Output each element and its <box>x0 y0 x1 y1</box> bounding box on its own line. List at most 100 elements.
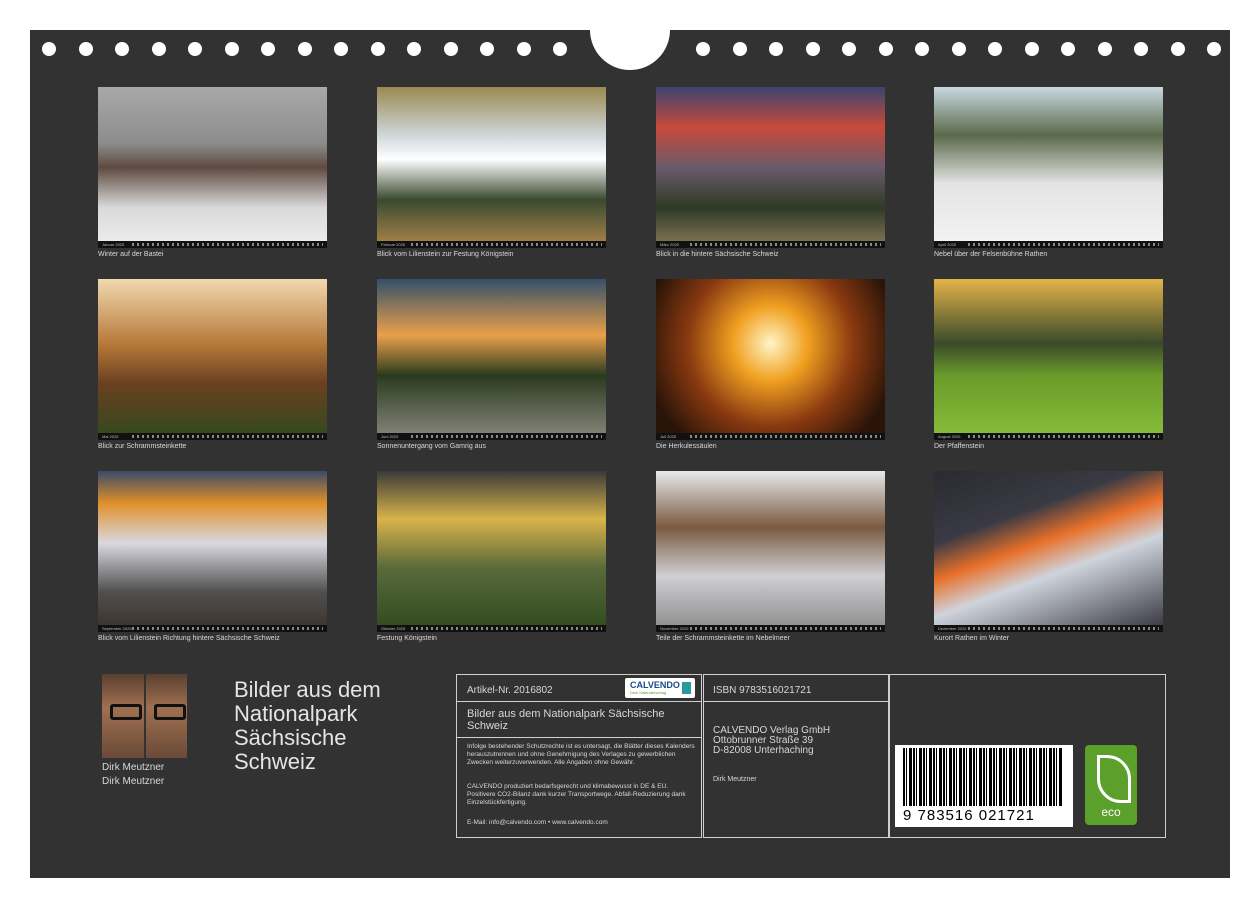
binding-hole <box>769 42 783 56</box>
publisher-city: D-82008 Unterhaching <box>713 745 814 756</box>
calendar-strip: August 2025 <box>934 433 1163 440</box>
binding-hole <box>1024 42 1039 56</box>
publisher-box: ISBN 9783516021721 CALVENDO Verlag GmbH … <box>703 674 889 838</box>
calendar-strip: Januar 2025 <box>98 241 327 248</box>
eco-note: CALVENDO produziert bedarfsgerecht und k… <box>467 783 686 806</box>
month-label: Juni 2025 <box>381 434 399 439</box>
calendar-strip: Mai 2025 <box>98 433 327 440</box>
photo-caption: Sonnenuntergang vom Gamrig aus <box>377 443 486 450</box>
binding-hole <box>951 42 966 56</box>
month-photo: August 2025 <box>934 279 1163 440</box>
month-label: Oktober 2025 <box>381 626 406 631</box>
binding-hole <box>988 42 1002 56</box>
month-tile: Januar 2025 Winter auf der Bastei <box>98 87 327 258</box>
photo-caption: Blick in die hintere Sächsische Schweiz <box>656 251 779 258</box>
month-label: September 2025 <box>102 626 132 631</box>
month-photo: März 2025 <box>656 87 885 248</box>
binding-hole <box>696 42 710 56</box>
binding-hole <box>1170 42 1185 56</box>
barcode-digits: 9 783516 021721 <box>903 807 1035 824</box>
month-photo: April 2025 <box>934 87 1163 248</box>
binding-hole <box>878 42 893 56</box>
photo-caption: Blick zur Schrammsteinkette <box>98 443 187 450</box>
product-title: Bilder aus dem Nationalpark Sächsische S… <box>467 708 665 732</box>
title-line-3: Sächsische <box>234 725 347 750</box>
calendar-strip: Oktober 2025 <box>377 625 606 632</box>
day-ticks <box>132 243 323 246</box>
month-tile: Februar 2025 Blick vom Lilienstein zur Fe… <box>377 87 606 258</box>
month-tile: September 2025 Blick vom Lilienstein Rich… <box>98 471 327 642</box>
binding-hole <box>370 42 385 56</box>
binding-hole <box>443 42 458 56</box>
day-ticks <box>690 243 881 246</box>
photo-caption: Blick vom Lilienstein zur Festung Königs… <box>377 251 514 258</box>
day-ticks <box>411 243 602 246</box>
hanger-notch <box>590 28 670 70</box>
photo-caption: Festung Königstein <box>377 635 437 642</box>
glasses-icon <box>110 704 142 720</box>
month-photo: Oktober 2025 <box>377 471 606 632</box>
leaf-icon <box>1097 755 1131 803</box>
month-tile: Juni 2025 Sonnenuntergang vom Gamrig aus <box>377 279 606 450</box>
month-photo: Januar 2025 <box>98 87 327 248</box>
calendar-title: Bilder aus dem Nationalpark Sächsische S… <box>234 678 434 774</box>
divider <box>457 701 701 702</box>
binding-hole <box>42 42 56 56</box>
month-photo: Juni 2025 <box>377 279 606 440</box>
author-photo-left <box>102 674 144 758</box>
title-line-2: Nationalpark <box>234 701 358 726</box>
binding-hole <box>553 42 567 56</box>
day-ticks <box>132 435 323 438</box>
binding-hole <box>334 42 348 56</box>
month-tile: Mai 2025 Blick zur Schrammsteinkette <box>98 279 327 450</box>
month-label: April 2025 <box>938 242 957 247</box>
logo-name: CALVENDO <box>630 680 680 690</box>
title-line-4: Schweiz <box>234 749 316 774</box>
logo-mark-icon <box>682 682 691 694</box>
contact-line: E-Mail: info@calvendo.com • www.calvendo… <box>467 819 608 826</box>
isbn: ISBN 9783516021721 <box>713 685 812 696</box>
article-number: Artikel-Nr. 2016802 <box>467 685 553 696</box>
binding-hole <box>842 42 856 56</box>
binding-hole <box>224 42 239 56</box>
month-photo: Dezember 2025 <box>934 471 1163 632</box>
calendar-back-cover: Januar 2025 Winter auf der Bastei Februar … <box>30 28 1230 878</box>
eco-label: eco <box>1101 805 1121 819</box>
photo-caption: Teile der Schrammsteinkette im Nebelmeer <box>656 635 790 642</box>
month-tile: März 2025 Blick in die hintere Sächsische… <box>656 87 885 258</box>
month-tile: Juli 2025 Die Herkulessäulen <box>656 279 885 450</box>
month-tile: Dezember 2025 Kurort Rathen im Winter <box>934 471 1163 642</box>
binding-hole <box>115 42 129 56</box>
calendar-strip: April 2025 <box>934 241 1163 248</box>
binding-hole <box>261 42 275 56</box>
day-ticks <box>690 435 881 438</box>
author-name: Dirk Meutzner <box>102 762 165 773</box>
binding-hole <box>188 42 202 56</box>
month-label: August 2025 <box>938 434 961 439</box>
calendar-strip: März 2025 <box>656 241 885 248</box>
month-label: Dezember 2025 <box>938 626 967 631</box>
calendar-strip: Februar 2025 <box>377 241 606 248</box>
calendar-strip: Juni 2025 <box>377 433 606 440</box>
month-photo: Februar 2025 <box>377 87 606 248</box>
author-photos <box>102 674 187 758</box>
month-photo: September 2025 <box>98 471 327 632</box>
barcode-bars-icon <box>903 748 1063 806</box>
binding-hole <box>1097 42 1112 56</box>
logo-tagline: Dein Kalenderverlag <box>630 690 667 695</box>
day-ticks <box>411 435 602 438</box>
day-ticks <box>968 627 1159 630</box>
photo-caption: Nebel über der Felsenbühne Rathen <box>934 251 1048 258</box>
binding-hole <box>732 42 747 56</box>
author-name-second: Dirk Meutzner <box>102 776 165 787</box>
glasses-icon <box>153 704 186 720</box>
barcode-box: 9 783516 021721 eco <box>889 674 1166 838</box>
month-label: Januar 2025 <box>102 242 125 247</box>
binding-hole <box>915 42 929 56</box>
day-ticks <box>690 627 881 630</box>
month-tile: August 2025 Der Pfaffenstein <box>934 279 1163 450</box>
photo-caption: Winter auf der Bastei <box>98 251 164 258</box>
title-line-1: Bilder aus dem <box>234 677 381 702</box>
binding-hole <box>297 42 312 56</box>
product-info-box: Artikel-Nr. 2016802 CALVENDO Dein Kalend… <box>456 674 702 838</box>
